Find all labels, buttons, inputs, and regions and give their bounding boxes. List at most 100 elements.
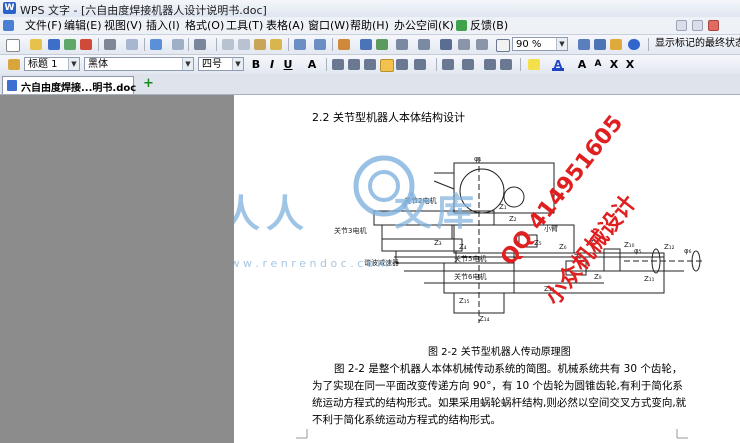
styles-pane-icon[interactable] bbox=[8, 59, 20, 70]
label-z3: Z₃ bbox=[434, 239, 442, 247]
minimize-icon[interactable] bbox=[676, 20, 687, 31]
menu-feedback[interactable]: 反馈(B) bbox=[470, 19, 508, 32]
menu-window[interactable]: 窗口(W) bbox=[308, 19, 349, 32]
tools-icon[interactable] bbox=[594, 39, 606, 50]
bullets-icon[interactable] bbox=[462, 59, 474, 70]
decrease-indent-icon[interactable] bbox=[484, 59, 496, 70]
small-gear bbox=[503, 186, 525, 208]
label-z15: Z₁₅ bbox=[459, 297, 470, 305]
label-z6: Z₆ bbox=[559, 243, 567, 251]
highlight-icon[interactable] bbox=[528, 59, 540, 70]
cut-icon[interactable] bbox=[222, 39, 234, 50]
font-select[interactable]: 黑体 ▼ bbox=[84, 57, 194, 71]
menu-table[interactable]: 表格(A) bbox=[266, 19, 304, 32]
menu-edit[interactable]: 编辑(E) bbox=[64, 19, 102, 32]
wps-logo-icon: W bbox=[3, 2, 16, 14]
superscript-button[interactable]: X bbox=[608, 58, 620, 71]
restore-icon[interactable] bbox=[692, 20, 703, 31]
new-tab-button[interactable]: + bbox=[143, 76, 169, 92]
markup-display-label: 显示标记的最终状态 bbox=[655, 38, 740, 49]
label-z4: Z₄ bbox=[459, 243, 467, 251]
menu-view[interactable]: 视图(V) bbox=[104, 19, 142, 32]
help-icon[interactable] bbox=[628, 39, 640, 50]
formula-icon[interactable] bbox=[360, 39, 372, 50]
chevron-down-icon: ▼ bbox=[68, 58, 79, 70]
numbering-icon[interactable] bbox=[442, 59, 454, 70]
paragraph-mark-icon[interactable] bbox=[496, 39, 510, 52]
menu-insert[interactable]: 插入(I) bbox=[146, 19, 180, 32]
insert-picture-icon[interactable] bbox=[376, 39, 388, 50]
italic-button[interactable]: I bbox=[266, 58, 278, 71]
align-left-icon[interactable] bbox=[332, 59, 344, 70]
menu-help[interactable]: 帮助(H) bbox=[350, 19, 389, 32]
format-painter-icon[interactable] bbox=[270, 39, 282, 50]
open-folder-icon[interactable] bbox=[30, 39, 42, 50]
font-value: 黑体 bbox=[88, 59, 108, 70]
copy-icon[interactable] bbox=[238, 39, 250, 50]
print-icon[interactable] bbox=[104, 39, 116, 50]
figure-caption: 图 2-2 关节型机器人传动原理图 bbox=[428, 347, 571, 358]
zoom-select[interactable]: 90 % ▼ bbox=[512, 37, 568, 51]
markup-display-select[interactable]: 显示标记的最终状态 bbox=[652, 37, 740, 51]
page-corner-mark bbox=[676, 429, 688, 439]
redo-icon[interactable] bbox=[314, 39, 326, 50]
chart-icon[interactable] bbox=[440, 39, 452, 50]
find-icon[interactable] bbox=[578, 39, 590, 50]
font-size-select[interactable]: 四号 ▼ bbox=[198, 57, 244, 71]
paste-icon[interactable] bbox=[254, 39, 266, 50]
label-z11: Z₁₁ bbox=[644, 275, 655, 283]
save-icon[interactable] bbox=[48, 39, 60, 50]
new-document-icon[interactable] bbox=[6, 39, 20, 52]
standard-toolbar: 90 % ▼ 显示标记的最终状态 bbox=[0, 35, 740, 55]
formatting-toolbar: 标题 1 ▼ 黑体 ▼ 四号 ▼ B I U A A A A X X bbox=[0, 55, 740, 75]
export-icon[interactable] bbox=[64, 39, 76, 50]
menu-tools[interactable]: 工具(T) bbox=[226, 19, 263, 32]
justify-icon[interactable] bbox=[380, 59, 394, 72]
menu-office-space[interactable]: 办公空间(K) bbox=[394, 19, 454, 32]
align-right-icon[interactable] bbox=[364, 59, 376, 70]
label-motor-j5: 关节5电机 bbox=[454, 254, 486, 263]
line-spacing-icon[interactable] bbox=[414, 59, 426, 70]
spellcheck-icon[interactable] bbox=[150, 39, 162, 50]
style-select[interactable]: 标题 1 ▼ bbox=[24, 57, 80, 71]
doc-tab-label: 六自由度焊接...明书.doc bbox=[21, 83, 137, 94]
distributed-icon[interactable] bbox=[396, 59, 408, 70]
format-tool-icon[interactable] bbox=[172, 39, 184, 50]
label-z12: Z₁₂ bbox=[664, 243, 675, 251]
zoom-value: 90 % bbox=[516, 39, 542, 50]
underline-button[interactable]: U bbox=[282, 58, 294, 71]
label-z14: Z₁₄ bbox=[479, 315, 490, 323]
font-color-button[interactable]: A bbox=[552, 58, 564, 71]
menu-file[interactable]: 文件(F) bbox=[25, 19, 62, 32]
columns-icon[interactable] bbox=[418, 39, 430, 50]
label-phi1: φ₁ bbox=[474, 155, 482, 163]
chevron-down-icon: ▼ bbox=[232, 58, 243, 70]
menu-bar: 文件(F) 编辑(E) 视图(V) 插入(I) 格式(O) 工具(T) 表格(A… bbox=[0, 17, 740, 35]
undo-icon[interactable] bbox=[294, 39, 306, 50]
chevron-down-icon: ▼ bbox=[556, 38, 567, 50]
align-center-icon[interactable] bbox=[348, 59, 360, 70]
increase-indent-icon[interactable] bbox=[500, 59, 512, 70]
pdf-export-icon[interactable] bbox=[80, 39, 92, 50]
shrink-font-button[interactable]: A bbox=[592, 58, 604, 71]
watermark-logo-text-2: 文库 bbox=[394, 190, 479, 234]
document-page[interactable]: 2.2 关节型机器人本体结构设计 关节2电机 关节3电机 谐波减速器 关节5电机… bbox=[234, 95, 740, 443]
online-icon[interactable] bbox=[610, 39, 622, 50]
drawing-icon[interactable] bbox=[458, 39, 470, 50]
table-icon[interactable] bbox=[338, 39, 350, 50]
close-icon[interactable] bbox=[708, 20, 719, 31]
print-preview-icon[interactable] bbox=[126, 39, 138, 50]
doc-tab[interactable]: 六自由度焊接...明书.doc bbox=[2, 76, 137, 94]
show-hide-icon[interactable] bbox=[476, 39, 488, 50]
text-effects-button[interactable]: A bbox=[306, 58, 318, 71]
grow-font-button[interactable]: A bbox=[576, 58, 588, 71]
page-corner-mark bbox=[296, 429, 308, 439]
text-box-icon[interactable] bbox=[396, 39, 408, 50]
bold-button[interactable]: B bbox=[250, 58, 262, 71]
subscript-button[interactable]: X bbox=[624, 58, 636, 71]
app-menu-icon[interactable] bbox=[3, 20, 14, 31]
menu-format[interactable]: 格式(O) bbox=[185, 19, 224, 32]
simplified-traditional-icon[interactable] bbox=[194, 39, 206, 50]
body-paragraph: 图 2-2 是整个机器人本体机械传动系统的简图。机械系统共有 30 个齿轮，为了… bbox=[312, 363, 687, 426]
label-z10: Z₁₀ bbox=[624, 241, 635, 249]
